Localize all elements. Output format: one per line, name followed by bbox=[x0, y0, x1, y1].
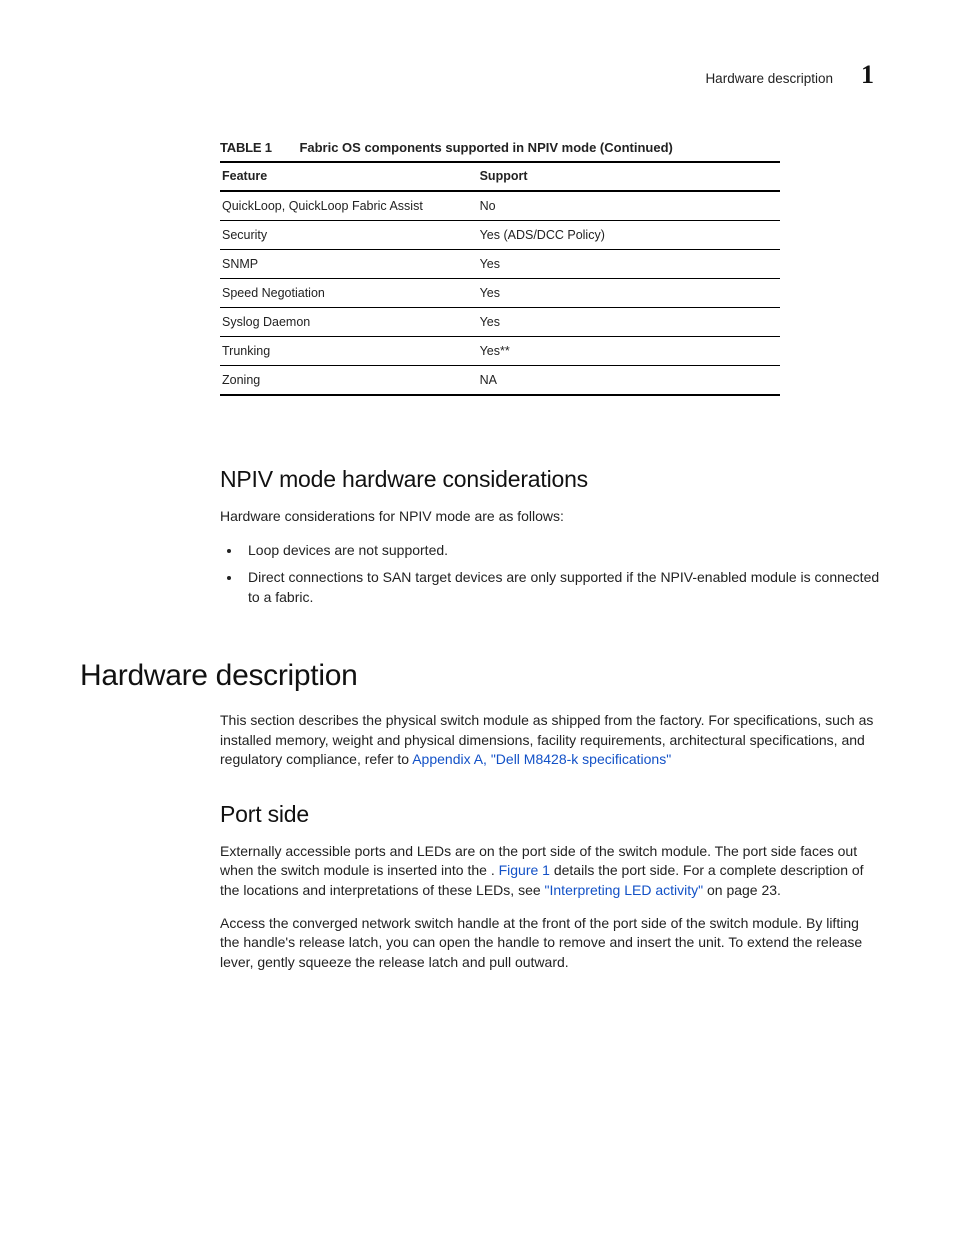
cell-feature: Trunking bbox=[220, 337, 478, 366]
table-caption: TABLE 1 Fabric OS components supported i… bbox=[220, 140, 780, 155]
body-column: NPIV mode hardware considerations Hardwa… bbox=[220, 466, 880, 972]
cell-support: Yes (ADS/DCC Policy) bbox=[478, 221, 780, 250]
cell-support: NA bbox=[478, 366, 780, 396]
heading-hardware-description: Hardware description bbox=[80, 659, 880, 693]
cell-feature: SNMP bbox=[220, 250, 478, 279]
port-para-2: Access the converged network switch hand… bbox=[220, 914, 880, 972]
feature-table: Feature Support QuickLoop, QuickLoop Fab… bbox=[220, 161, 780, 396]
running-header-text: Hardware description bbox=[705, 71, 833, 86]
table-block: TABLE 1 Fabric OS components supported i… bbox=[220, 140, 780, 396]
table-label: TABLE 1 bbox=[220, 140, 272, 155]
port-para-1: Externally accessible ports and LEDs are… bbox=[220, 842, 880, 900]
list-item: Loop devices are not supported. bbox=[242, 540, 880, 560]
list-item: Direct connections to SAN target devices… bbox=[242, 567, 880, 608]
table-row: SecurityYes (ADS/DCC Policy) bbox=[220, 221, 780, 250]
heading-port-side: Port side bbox=[220, 801, 880, 828]
running-header: Hardware description 1 bbox=[80, 60, 874, 90]
table-row: TrunkingYes** bbox=[220, 337, 780, 366]
cell-feature: Zoning bbox=[220, 366, 478, 396]
table-row: ZoningNA bbox=[220, 366, 780, 396]
table-header-feature: Feature bbox=[220, 162, 478, 191]
link-appendix-a[interactable]: Appendix A, "Dell M8428-k specifications… bbox=[412, 751, 671, 767]
link-interpreting-led[interactable]: "Interpreting LED activity" bbox=[545, 882, 704, 898]
port-p1-c: on page 23. bbox=[707, 882, 781, 898]
table-title: Fabric OS components supported in NPIV m… bbox=[299, 140, 672, 155]
table-header-row: Feature Support bbox=[220, 162, 780, 191]
table-row: Syslog DaemonYes bbox=[220, 308, 780, 337]
cell-feature: QuickLoop, QuickLoop Fabric Assist bbox=[220, 191, 478, 221]
table-row: SNMPYes bbox=[220, 250, 780, 279]
cell-support: Yes** bbox=[478, 337, 780, 366]
table-header-support: Support bbox=[478, 162, 780, 191]
port-p1-sep: . bbox=[491, 862, 499, 878]
heading-npiv: NPIV mode hardware considerations bbox=[220, 466, 880, 493]
page: Hardware description 1 TABLE 1 Fabric OS… bbox=[0, 0, 954, 1235]
cell-support: Yes bbox=[478, 308, 780, 337]
cell-feature: Security bbox=[220, 221, 478, 250]
cell-support: No bbox=[478, 191, 780, 221]
running-header-number: 1 bbox=[861, 60, 874, 90]
npiv-intro: Hardware considerations for NPIV mode ar… bbox=[220, 507, 880, 526]
table-row: QuickLoop, QuickLoop Fabric AssistNo bbox=[220, 191, 780, 221]
hw-para: This section describes the physical swit… bbox=[220, 711, 880, 769]
table-row: Speed NegotiationYes bbox=[220, 279, 780, 308]
cell-feature: Speed Negotiation bbox=[220, 279, 478, 308]
cell-feature: Syslog Daemon bbox=[220, 308, 478, 337]
cell-support: Yes bbox=[478, 279, 780, 308]
cell-support: Yes bbox=[478, 250, 780, 279]
link-figure-1[interactable]: Figure 1 bbox=[499, 862, 550, 878]
npiv-bullets: Loop devices are not supported. Direct c… bbox=[242, 540, 880, 607]
